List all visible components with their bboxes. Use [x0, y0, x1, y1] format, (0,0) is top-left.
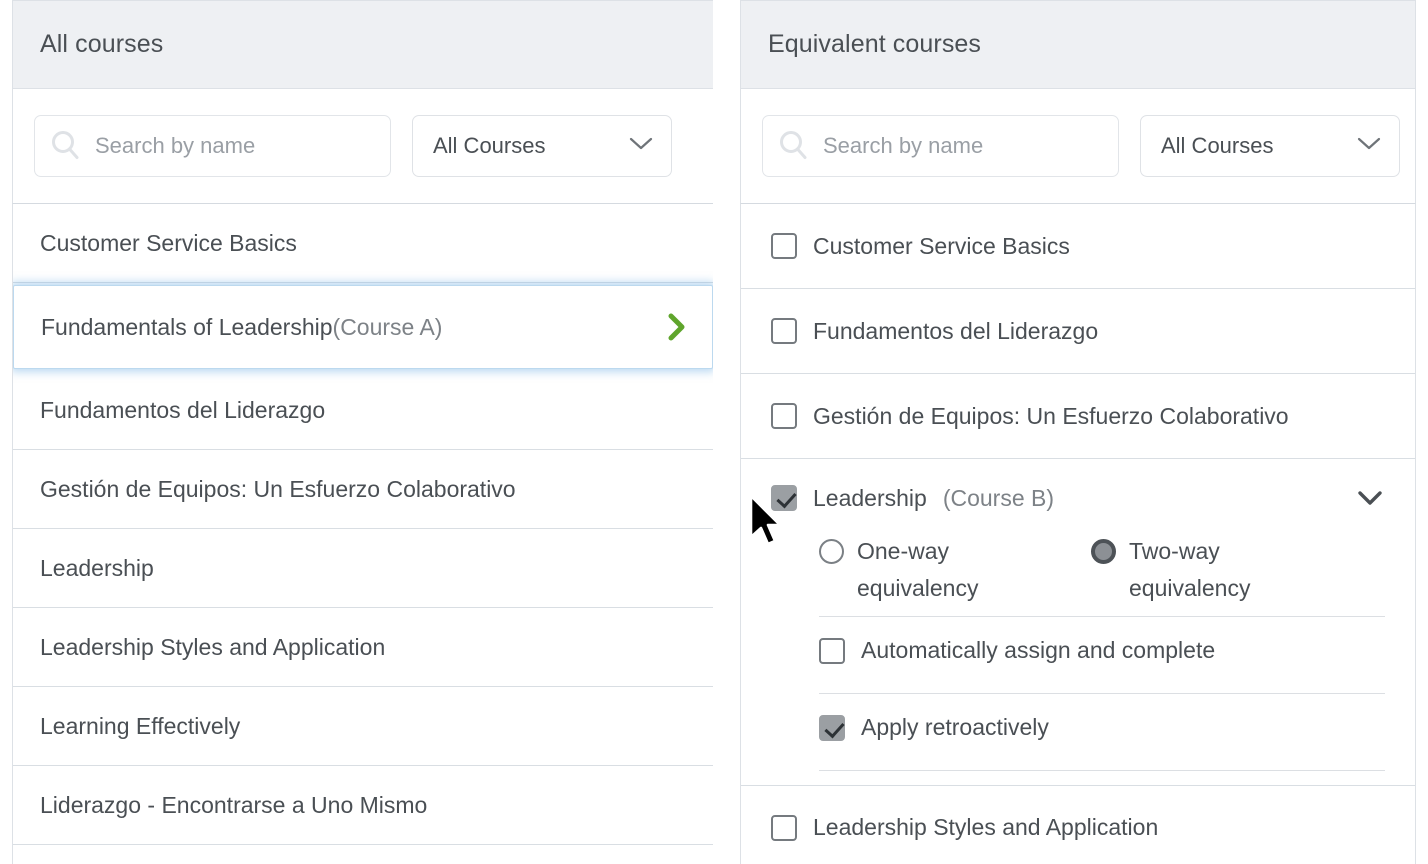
option-auto-assign[interactable]: Automatically assign and complete [741, 617, 1415, 685]
radio-label: One-way equivalency [857, 538, 979, 602]
option-apply-retroactively[interactable]: Apply retroactively [741, 694, 1415, 762]
expanded-course-row[interactable]: Leadership (Course B) [741, 459, 1415, 537]
course-filter-value-equivalent: All Courses [1161, 133, 1274, 158]
search-input[interactable] [95, 133, 390, 159]
list-item[interactable]: Gestión de Equipos: Un Esfuerzo Colabora… [13, 450, 713, 529]
panel-divider [713, 0, 714, 864]
radio-button[interactable] [819, 539, 844, 564]
list-item[interactable]: Leadership Styles and Application [741, 785, 1415, 864]
search-box-equivalent[interactable] [762, 115, 1119, 177]
course-name: Fundamentos del Liderazgo [813, 317, 1099, 344]
list-item[interactable]: Leadership Styles and Application [13, 608, 713, 687]
course-name: Leadership Styles and Application [813, 814, 1159, 841]
list-item[interactable]: Gestión de Equipos: Un Esfuerzo Colabora… [741, 374, 1415, 459]
option-label: Automatically assign and complete [861, 637, 1216, 664]
course-checkbox[interactable] [771, 814, 797, 841]
course-filter-select-equivalent[interactable]: All Courses [1140, 115, 1400, 177]
course-name: Gestión de Equipos: Un Esfuerzo Colabora… [813, 402, 1289, 429]
course-name: Gestión de Equipos: Un Esfuerzo Colabora… [40, 475, 516, 502]
search-icon [49, 129, 83, 163]
course-checkbox-checked[interactable] [771, 485, 797, 511]
divider [819, 769, 1385, 771]
search-icon [777, 129, 811, 163]
course-filter-select[interactable]: All Courses [412, 115, 672, 177]
all-courses-panel: All courses All Courses [0, 0, 714, 864]
list-item-selected[interactable]: Fundamentals of Leadership (Course A) [13, 285, 713, 369]
equivalent-courses-panel: Equivalent courses All Courses [714, 0, 1428, 864]
page-title: All courses [40, 30, 164, 58]
course-name: Leadership [813, 484, 927, 511]
all-courses-filter-bar: All Courses [12, 88, 714, 204]
radio-button-selected[interactable] [1091, 539, 1116, 564]
equivalent-courses-list[interactable]: Customer Service Basics Fundamentos del … [740, 204, 1416, 864]
course-filter-value: All Courses [433, 133, 546, 158]
apply-retroactively-checkbox[interactable] [819, 714, 845, 741]
course-checkbox[interactable] [771, 403, 797, 429]
radio-one-way[interactable]: One-way equivalency [819, 533, 1091, 608]
equivalent-courses-filter-bar: All Courses [740, 88, 1416, 204]
panel-title: Equivalent courses [768, 30, 982, 58]
list-item[interactable]: Liderazgo - Encontrarse a Uno Mismo [13, 766, 713, 845]
course-code: (Course B) [942, 484, 1055, 511]
radio-two-way[interactable]: Two-way equivalency [1091, 533, 1363, 608]
list-item[interactable]: Customer Service Basics [13, 204, 713, 283]
all-courses-list[interactable]: Customer Service Basics Fundamentals of … [12, 204, 714, 864]
course-equivalency-screen: All courses All Courses [0, 0, 1428, 864]
chevron-right-icon [666, 312, 688, 342]
equivalency-direction-group: One-way equivalency Two-way equivalency [741, 533, 1415, 608]
course-name: Learning Effectively [40, 712, 241, 739]
course-name: Customer Service Basics [40, 229, 297, 256]
radio-label: Two-way equivalency [1129, 538, 1251, 602]
option-label: Apply retroactively [861, 714, 1049, 741]
course-checkbox[interactable] [771, 233, 797, 259]
equivalent-courses-header: Equivalent courses [740, 0, 1416, 88]
search-box[interactable] [34, 115, 391, 177]
search-input-equivalent[interactable] [823, 133, 1118, 159]
equivalency-settings-card: Leadership (Course B) One-way equivalenc… [741, 459, 1415, 786]
chevron-down-icon[interactable] [1357, 490, 1383, 506]
chevron-down-icon [629, 137, 653, 156]
list-item-partial[interactable] [13, 845, 713, 864]
course-name: Fundamentos del Liderazgo [40, 396, 326, 423]
all-courses-header: All courses [12, 0, 714, 88]
course-name: Customer Service Basics [813, 232, 1070, 259]
course-name: Leadership [40, 554, 154, 581]
course-checkbox[interactable] [771, 318, 797, 344]
course-name: Leadership Styles and Application [40, 633, 386, 660]
course-name: Fundamentals of Leadership [41, 313, 333, 340]
list-item[interactable]: Leadership [13, 529, 713, 608]
auto-assign-checkbox[interactable] [819, 637, 845, 664]
course-code: (Course A) [332, 313, 443, 340]
chevron-down-icon [1357, 137, 1381, 156]
list-item[interactable]: Fundamentos del Liderazgo [13, 371, 713, 450]
course-name: Liderazgo - Encontrarse a Uno Mismo [40, 791, 428, 818]
list-item[interactable]: Customer Service Basics [741, 204, 1415, 289]
list-item[interactable]: Learning Effectively [13, 687, 713, 766]
list-item[interactable]: Fundamentos del Liderazgo [741, 289, 1415, 374]
